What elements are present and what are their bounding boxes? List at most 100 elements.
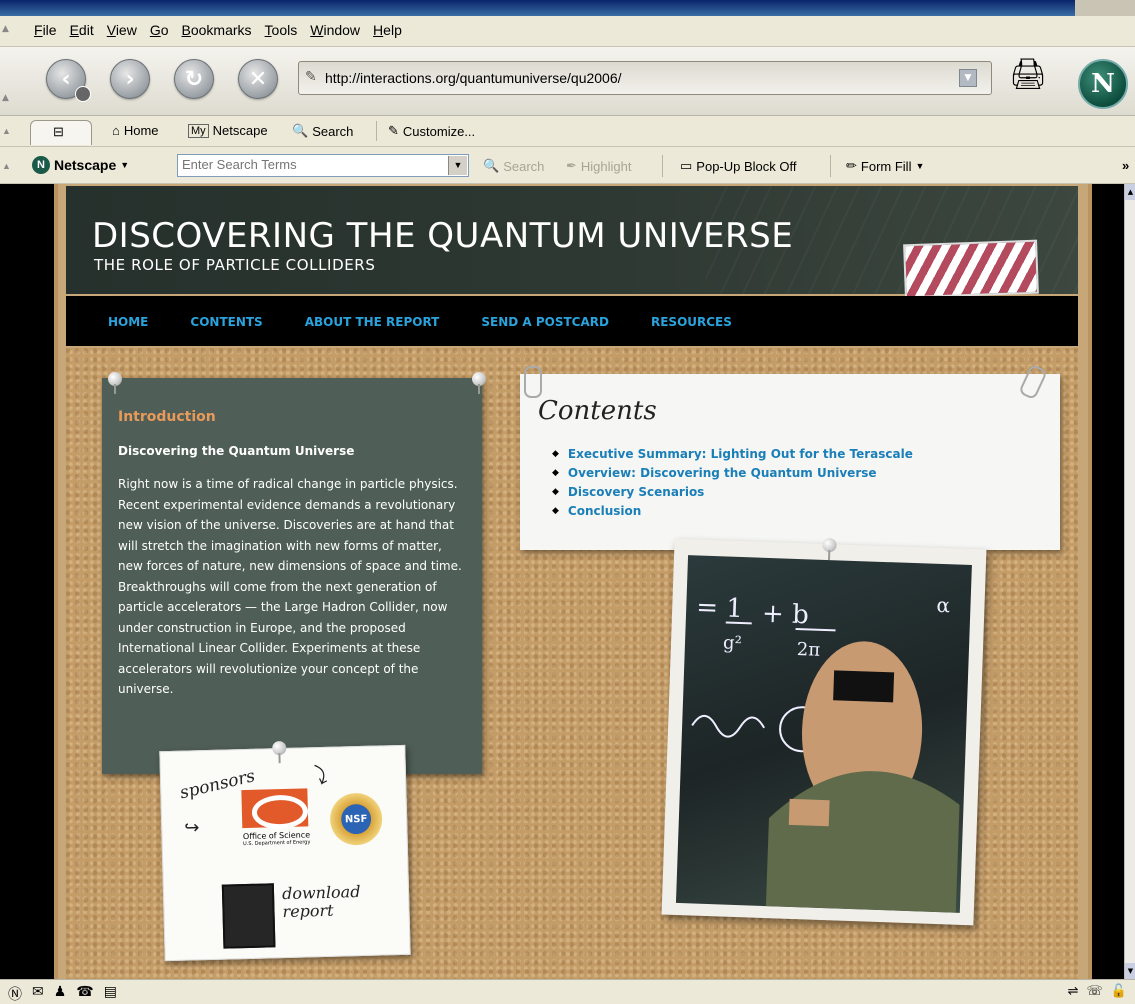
intro-heading: Introduction — [118, 409, 216, 425]
nsf-logo[interactable]: NSF — [329, 792, 383, 846]
my-netscape-button[interactable]: My Netscape — [188, 123, 268, 138]
menu-label: elp — [383, 22, 402, 38]
menu-edit[interactable]: Edit — [70, 22, 94, 38]
menu-accelerator: F — [34, 22, 43, 38]
forward-button[interactable]: › — [110, 59, 150, 99]
contents-link[interactable]: ◆ Discovery Scenarios — [552, 482, 913, 501]
site-nav: HOME CONTENTS ABOUT THE REPORT SEND A POSTC… — [66, 296, 1078, 346]
download-label-line2: report — [282, 900, 334, 922]
toolbar-grip[interactable]: ▲ — [2, 126, 12, 136]
menu-accelerator: B — [181, 22, 191, 38]
customize-icon: ✎ — [388, 123, 399, 138]
sponsors-card: sponsors ↪ ⤵ Office of Science U.S. Depa… — [159, 740, 411, 962]
stop-button[interactable]: ✕ — [238, 59, 278, 99]
site-header: DISCOVERING THE QUANTUM UNIVERSE THE ROL… — [66, 186, 1078, 299]
search-button[interactable]: 🔍 Search — [292, 123, 353, 139]
menu-view[interactable]: View — [107, 22, 137, 38]
vertical-scrollbar[interactable]: ▲ ▼ — [1124, 184, 1135, 979]
search-icon: 🔍 — [483, 158, 500, 173]
customize-button[interactable]: ✎ Customize... — [388, 123, 475, 139]
netscape-status-icon[interactable]: Ⓝ — [8, 984, 22, 1004]
menu-go[interactable]: Go — [150, 22, 169, 38]
toolbar-grip[interactable]: ▲ — [2, 24, 12, 34]
overflow-label: » — [1122, 158, 1130, 173]
popup-block-button[interactable]: ▭ Pop-Up Block Off — [680, 158, 797, 174]
netscape-menu-button[interactable]: N Netscape ▼ — [32, 156, 129, 174]
form-fill-button[interactable]: ✏ Form Fill ▼ — [846, 158, 924, 174]
doe-office-of-science-logo[interactable] — [241, 788, 309, 829]
search-input[interactable] — [178, 155, 444, 174]
menu-accelerator: H — [373, 22, 384, 38]
nav-about-the-report[interactable]: ABOUT THE REPORT — [305, 315, 440, 329]
reload-button[interactable]: ↻ — [174, 59, 214, 99]
menu-label: indow — [323, 22, 361, 38]
pushpin-icon — [106, 372, 124, 394]
scroll-down-icon[interactable]: ▼ — [1125, 963, 1135, 979]
menu-bookmarks[interactable]: Bookmarks — [182, 22, 252, 38]
personal-toolbar: ▲ ⊟ ⌂ Home My Netscape 🔍 Search ✎ Custom… — [0, 116, 1135, 147]
search-submit-button[interactable]: 🔍 Search — [483, 158, 544, 174]
download-report-link[interactable]: download report — [282, 882, 361, 922]
print-icon[interactable]: 🖨 — [1008, 57, 1048, 93]
paperclip-icon — [1018, 363, 1048, 401]
menu-label: ile — [42, 22, 57, 38]
tab-icon: ⊟ — [53, 124, 64, 139]
report-cover-thumbnail[interactable] — [221, 883, 276, 949]
menu-help[interactable]: Help — [373, 22, 402, 38]
intro-card: Introduction Discovering the Quantum Uni… — [102, 372, 486, 774]
toolbar-grip[interactable]: ▲ — [2, 93, 9, 103]
contents-link[interactable]: ◆ Conclusion — [552, 501, 913, 520]
highlighter-icon: ✒ — [566, 158, 577, 173]
nav-contents[interactable]: CONTENTS — [190, 315, 262, 329]
site-nav-list: HOME CONTENTS ABOUT THE REPORT SEND A POSTC… — [108, 315, 774, 329]
nav-home[interactable]: HOME — [108, 315, 148, 329]
new-tab-button[interactable]: ⊟ — [30, 120, 92, 145]
chevron-down-icon[interactable]: ▼ — [959, 69, 977, 87]
physicist-illustration: = 1 g² + b 2π α — [691, 592, 960, 913]
form-fill-label: Form Fill — [860, 158, 912, 174]
composer-icon[interactable]: ▤ — [104, 984, 117, 1004]
chevron-down-icon[interactable]: ▼ — [448, 156, 467, 175]
highlight-button[interactable]: ✒ Highlight — [566, 158, 632, 174]
corkboard: Introduction Discovering the Quantum Uni… — [66, 348, 1078, 979]
paperclip-icon — [524, 366, 542, 398]
toolbar-overflow-button[interactable]: » — [1122, 158, 1129, 173]
toolbar-grip[interactable]: ▲ — [2, 161, 11, 171]
doe-caption-line2: U.S. Department of Energy — [242, 839, 311, 848]
menu-accelerator: G — [149, 22, 161, 38]
home-icon: ⌂ — [112, 123, 120, 138]
contents-link[interactable]: ◆ Executive Summary: Lighting Out for the… — [552, 444, 913, 463]
nav-resources[interactable]: RESOURCES — [651, 315, 732, 329]
url-input[interactable] — [323, 67, 947, 89]
nav-send-a-postcard[interactable]: SEND A POSTCARD — [481, 315, 609, 329]
svg-text:+ b: + b — [762, 599, 810, 631]
menu-label: o — [160, 22, 169, 38]
contents-link-label: Executive Summary: Lighting Out for the … — [567, 446, 913, 461]
scroll-up-icon[interactable]: ▲ — [1125, 184, 1135, 200]
menu-window[interactable]: Window — [310, 22, 360, 38]
mail-icon[interactable]: ✉ — [32, 984, 44, 1004]
popup-status-icon[interactable]: ☏ — [1087, 984, 1103, 999]
menu-tools[interactable]: Tools — [265, 22, 298, 38]
lock-icon[interactable]: 🔓 — [1111, 984, 1127, 999]
address-book-icon[interactable]: ☎ — [76, 984, 93, 1004]
search-field[interactable]: ▼ — [177, 154, 469, 177]
window-controls[interactable] — [1075, 0, 1135, 16]
address-bar[interactable]: ✎ ▼ — [298, 61, 992, 95]
contents-link[interactable]: ◆ Overview: Discovering the Quantum Unive… — [552, 463, 913, 482]
page-icon: ✎ — [305, 69, 317, 85]
forward-arrow-icon: › — [125, 66, 135, 92]
netscape-logo-icon[interactable]: N — [1078, 59, 1128, 109]
photo-image: = 1 g² + b 2π α — [675, 555, 972, 913]
home-button[interactable]: ⌂ Home — [112, 123, 159, 138]
stop-icon: ✕ — [248, 66, 268, 92]
menu-label: ools — [271, 22, 298, 38]
connection-icon[interactable]: ⇌ — [1068, 984, 1079, 999]
bullet-icon: ◆ — [552, 486, 559, 497]
status-bar-icons: Ⓝ ✉ ♟ ☎ ▤ — [8, 984, 117, 1004]
menu-file[interactable]: File — [34, 22, 57, 38]
aim-icon[interactable]: ♟ — [54, 984, 67, 1004]
netscape-menu-label: Netscape — [54, 157, 117, 173]
toolbar-separator — [376, 121, 377, 141]
back-button[interactable]: ‹ — [46, 59, 91, 102]
